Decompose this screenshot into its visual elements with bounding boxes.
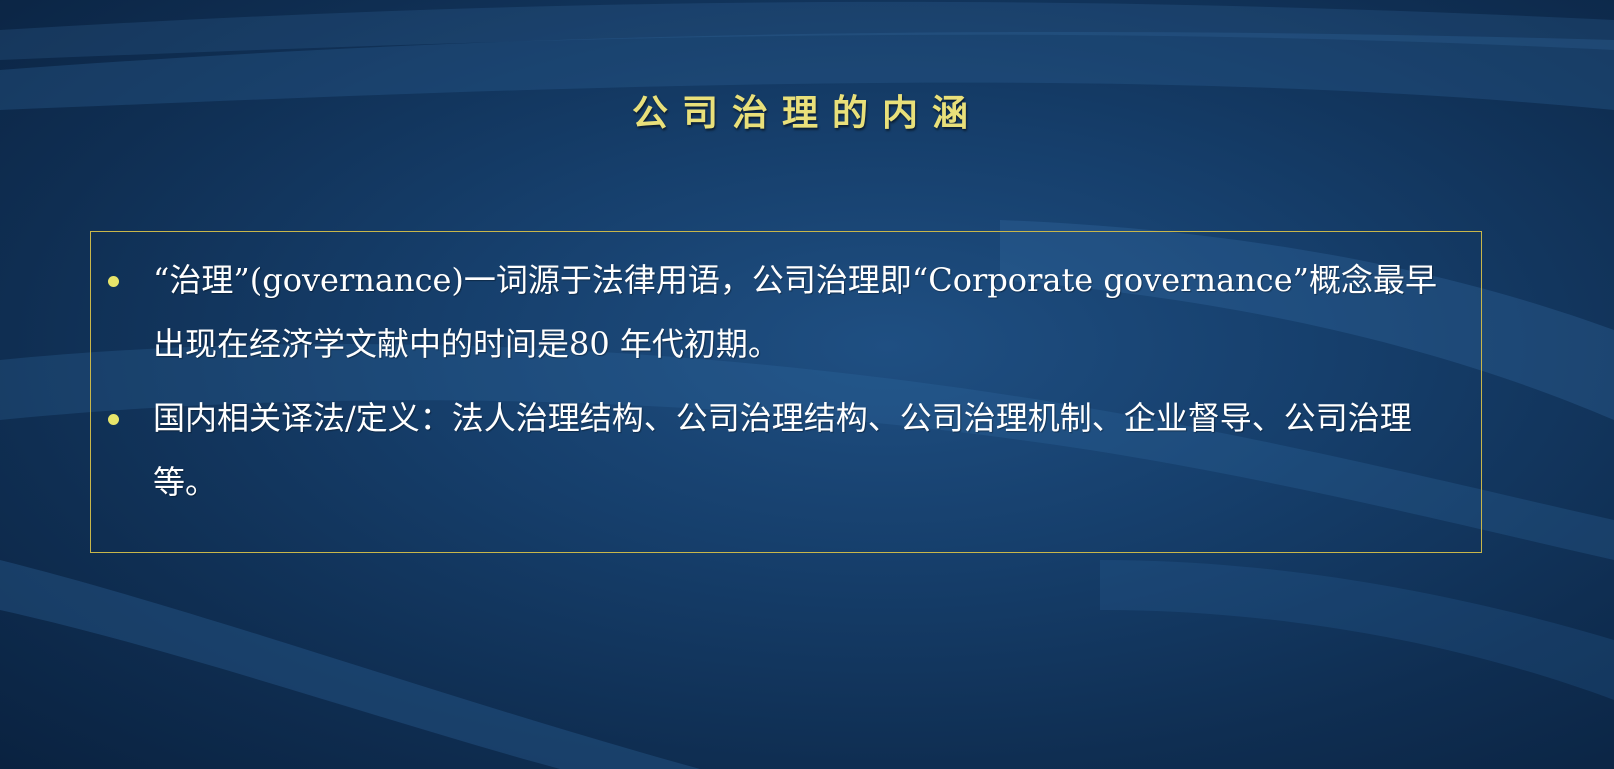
- content-box: “治理”(governance)一词源于法律用语，公司治理即“Corporate…: [90, 231, 1482, 553]
- bullet-text: “治理”(governance)一词源于法律用语，公司治理即“Corporate…: [153, 261, 1437, 363]
- bullet-text: 国内相关译法/定义：法人治理结构、公司治理结构、公司治理机制、企业督导、公司治理…: [153, 399, 1412, 501]
- bullet-dot-icon: [108, 414, 119, 425]
- bullet-item: “治理”(governance)一词源于法律用语，公司治理即“Corporate…: [108, 248, 1441, 376]
- bullet-dot-icon: [108, 276, 119, 287]
- slide: 公司治理的内涵 “治理”(governance)一词源于法律用语，公司治理即“C…: [0, 0, 1614, 769]
- slide-title: 公司治理的内涵: [631, 93, 982, 134]
- bullet-list: “治理”(governance)一词源于法律用语，公司治理即“Corporate…: [91, 232, 1481, 514]
- bullet-item: 国内相关译法/定义：法人治理结构、公司治理结构、公司治理机制、企业督导、公司治理…: [108, 386, 1441, 514]
